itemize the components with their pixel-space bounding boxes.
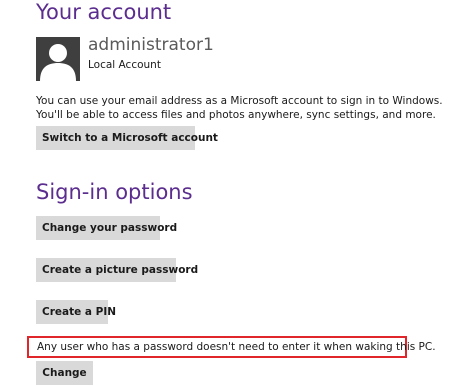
switch-to-microsoft-account-button[interactable]: Switch to a Microsoft account — [36, 126, 218, 150]
change-wake-policy-button[interactable]: Change — [36, 361, 93, 385]
change-password-button[interactable]: Change your password — [36, 216, 177, 240]
user-avatar — [36, 37, 80, 81]
your-account-heading: Your account — [36, 0, 172, 24]
wake-password-notice: Any user who has a password doesn't need… — [27, 336, 436, 358]
microsoft-account-description: You can use your email address as a Micr… — [36, 95, 443, 121]
account-type-label: Local Account — [88, 59, 161, 71]
create-pin-button[interactable]: Create a PIN — [36, 300, 116, 324]
user-silhouette-icon — [40, 44, 76, 81]
account-username: administrator1 — [88, 35, 214, 55]
sign-in-options-heading: Sign-in options — [36, 180, 193, 204]
create-picture-password-button[interactable]: Create a picture password — [36, 258, 198, 282]
